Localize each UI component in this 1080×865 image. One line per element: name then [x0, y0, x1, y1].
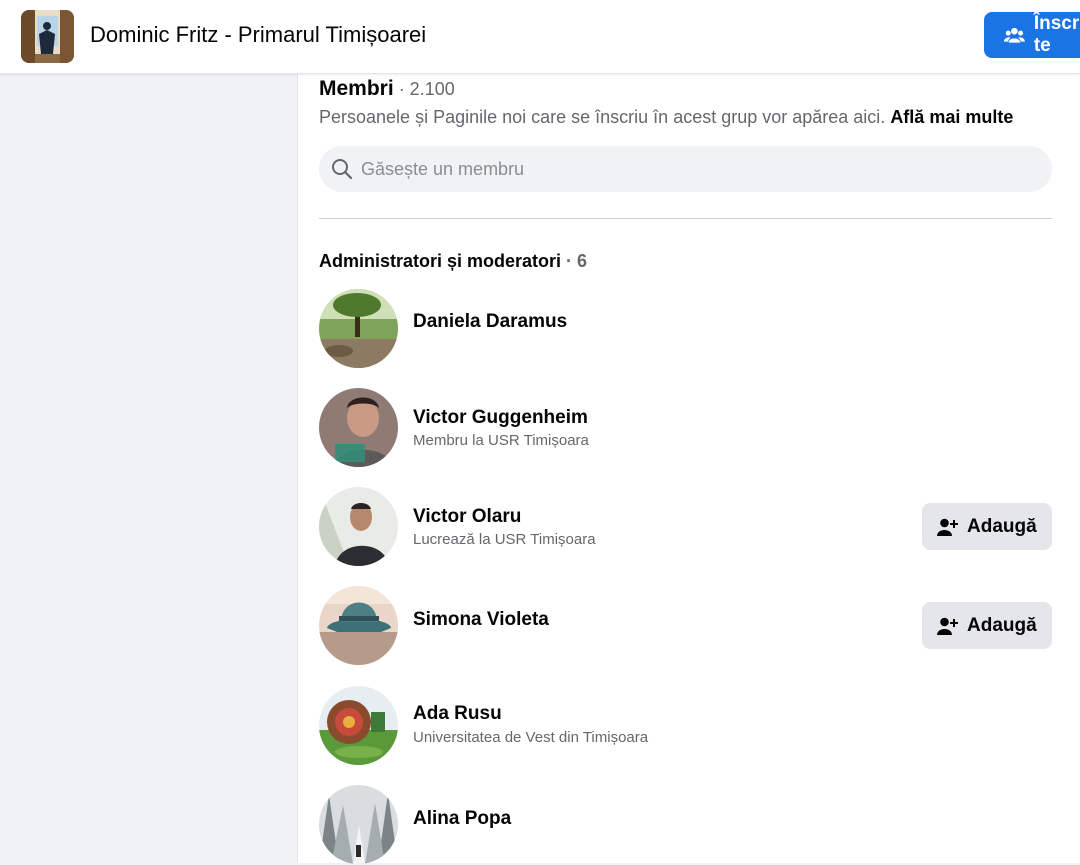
member-name[interactable]: Alina Popa [413, 807, 511, 831]
member-subtitle: Universitatea de Vest din Timișoara [413, 729, 649, 746]
member-subtitle: Lucrează la USR Timișoara [413, 531, 596, 548]
add-friend-button[interactable]: Adaugă [922, 503, 1052, 550]
add-friend-icon [937, 617, 958, 635]
avatar[interactable] [319, 487, 398, 566]
avatar[interactable] [319, 785, 398, 864]
members-title: Membri [319, 77, 394, 100]
member-row: Simona Violeta Adaugă [319, 586, 1052, 666]
group-title[interactable]: Dominic Fritz - Primarul Timișoarei [90, 20, 426, 50]
members-description-text: Persoanele și Paginile noi care se înscr… [319, 107, 891, 127]
admins-count: · 6 [561, 251, 588, 271]
left-sidebar-background [0, 74, 297, 863]
members-count: · 2.100 [393, 79, 455, 99]
search-icon [332, 159, 353, 180]
avatar[interactable] [319, 586, 398, 665]
members-card: Membri · 2.100 Persoanele și Paginile no… [297, 74, 1080, 865]
admins-title: Administratori și moderatori [319, 251, 562, 271]
learn-more-link[interactable]: Află mai multe [890, 107, 1013, 127]
member-name[interactable]: Victor Olaru [413, 505, 521, 529]
section-divider [319, 218, 1052, 219]
add-friend-icon [937, 518, 958, 536]
member-row: Victor Guggenheim Membru la USR Timișoar… [319, 388, 1052, 468]
member-subtitle: Membru la USR Timișoara [413, 432, 589, 449]
admins-heading: Administratori și moderatori · 6 [319, 249, 587, 273]
member-name[interactable]: Daniela Daramus [413, 310, 567, 334]
member-row: Ada Rusu Universitatea de Vest din Timiș… [319, 686, 1052, 766]
members-description: Persoanele și Paginile noi care se înscr… [319, 105, 1013, 129]
member-name[interactable]: Simona Violeta [413, 608, 549, 632]
members-heading: Membri · 2.100 [319, 76, 455, 102]
member-row: Victor Olaru Lucrează la USR Timișoara A… [319, 487, 1052, 567]
add-friend-button[interactable]: Adaugă [922, 602, 1052, 649]
group-cover-thumbnail[interactable] [21, 10, 74, 63]
member-row: Daniela Daramus [319, 289, 1052, 369]
avatar[interactable] [319, 388, 398, 467]
join-button-label: Înscrie-te [1033, 13, 1080, 56]
join-group-button[interactable]: Înscrie-te [984, 12, 1080, 58]
add-friend-label: Adaugă [967, 515, 1037, 537]
avatar[interactable] [319, 289, 398, 368]
member-name[interactable]: Ada Rusu [413, 702, 502, 726]
member-row: Alina Popa [319, 785, 1052, 865]
member-name[interactable]: Victor Guggenheim [413, 406, 588, 430]
member-search-input[interactable] [361, 158, 1041, 180]
member-search-box[interactable] [319, 146, 1052, 192]
add-friend-label: Adaugă [967, 614, 1037, 636]
group-icon [1004, 27, 1025, 43]
avatar[interactable] [319, 686, 398, 765]
group-header-bar: Dominic Fritz - Primarul Timișoarei Însc… [0, 0, 1080, 74]
